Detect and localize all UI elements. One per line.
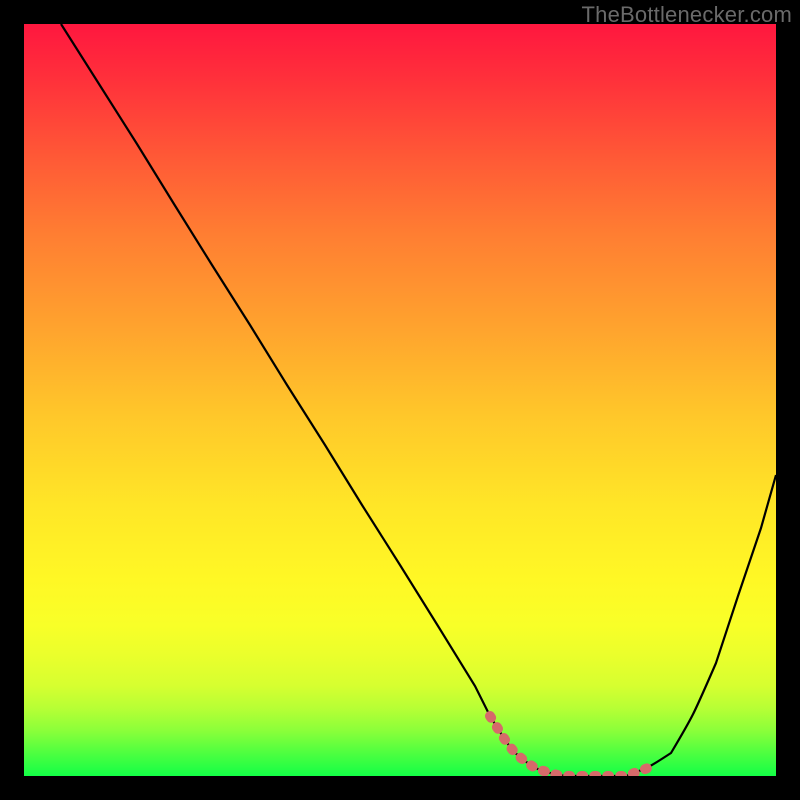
chart-frame: TheBottlenecker.com	[0, 0, 800, 800]
plot-area	[24, 24, 776, 776]
bottleneck-curve	[61, 24, 776, 776]
optimal-range-dots	[490, 716, 648, 776]
curve-layer	[24, 24, 776, 776]
watermark-text: TheBottlenecker.com	[582, 2, 792, 28]
